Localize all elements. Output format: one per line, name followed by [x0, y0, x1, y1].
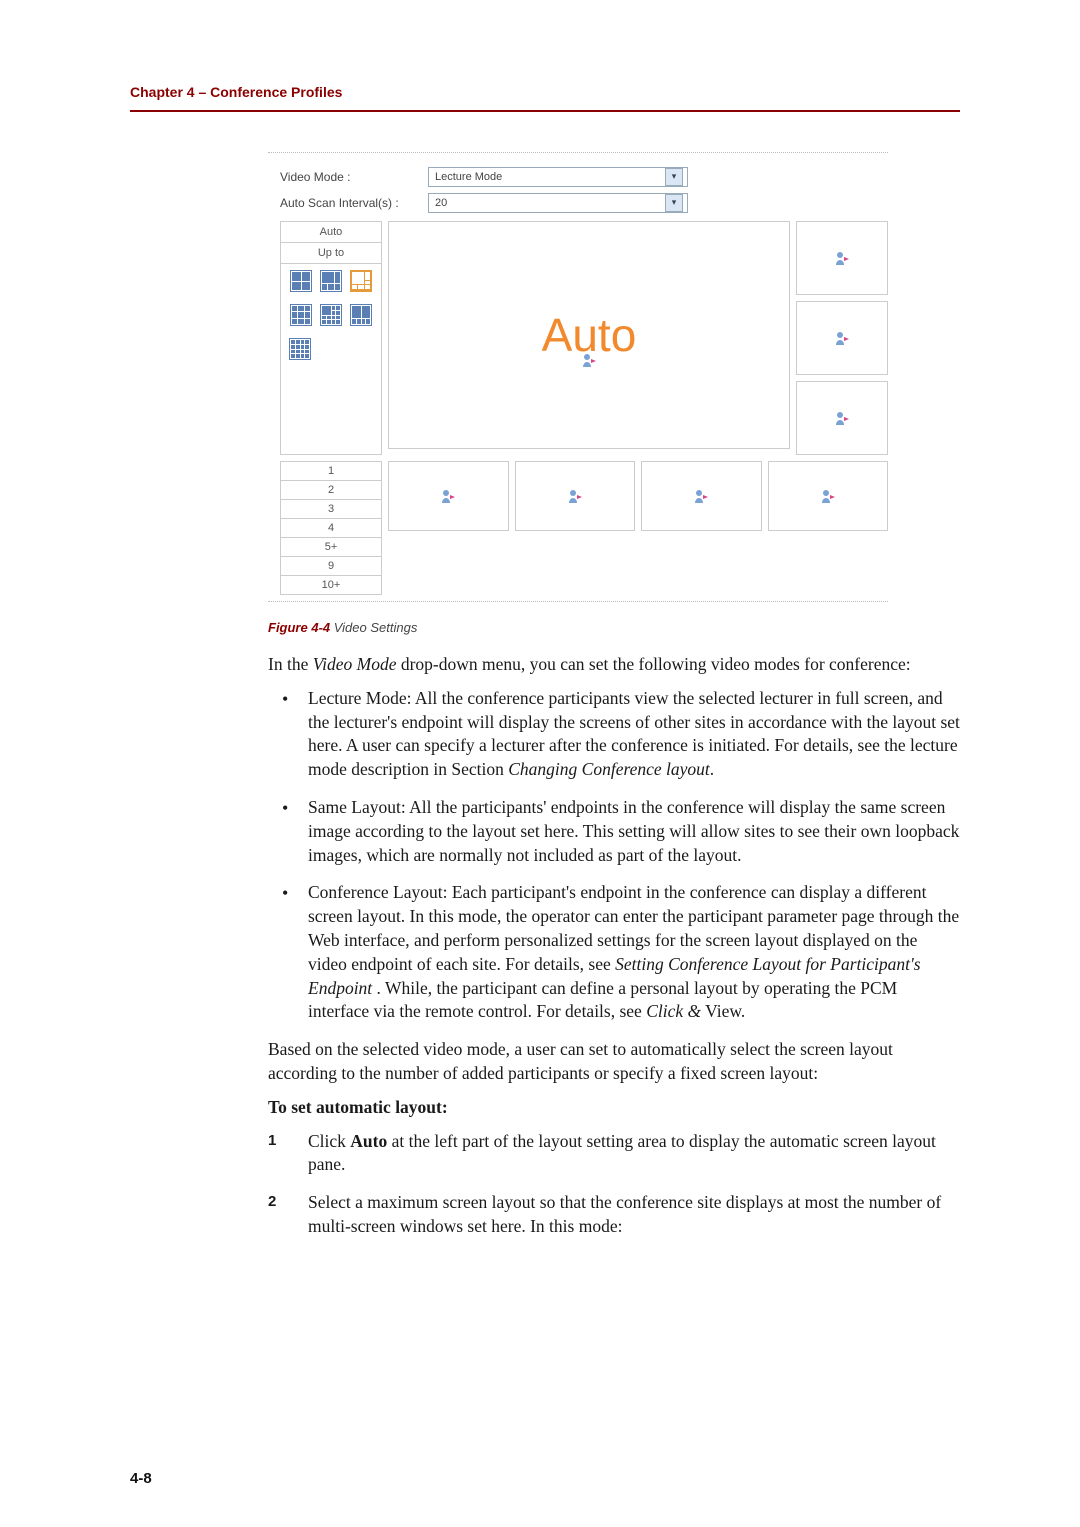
video-mode-label: Video Mode :	[280, 170, 428, 184]
video-mode-select[interactable]: Lecture Mode ▾	[428, 167, 688, 187]
chapter-header: Chapter 4 – Conference Profiles	[130, 84, 960, 100]
side-preview-1	[796, 221, 888, 295]
layout-3x3-icon[interactable]	[290, 304, 312, 326]
step-1: 1 Click Auto at the left part of the lay…	[268, 1130, 960, 1178]
person-icon	[820, 488, 836, 504]
figure-caption: Figure 4-4 Video Settings	[268, 620, 960, 635]
person-icon	[440, 488, 456, 504]
side-upto-label: Up to	[281, 243, 381, 264]
layout-1plus5-icon[interactable]	[320, 270, 342, 292]
person-icon	[567, 488, 583, 504]
layout-side-panel: Auto Up to	[280, 221, 382, 455]
auto-scan-value: 20	[435, 197, 447, 209]
intro-paragraph: In the Video Mode drop-down menu, you ca…	[268, 653, 960, 677]
figure-title: Video Settings	[330, 620, 417, 635]
auto-scan-label: Auto Scan Interval(s) :	[280, 196, 428, 210]
auto-scan-select[interactable]: 20 ▾	[428, 193, 688, 213]
main-preview: Auto	[388, 221, 790, 449]
layout-number-list: 1 2 3 4 5+ 9 10+	[280, 461, 382, 595]
layout-1plus7-icon[interactable]	[350, 270, 372, 292]
bottom-preview	[515, 461, 636, 531]
person-icon	[834, 330, 850, 346]
layout-4x4-icon[interactable]	[289, 338, 311, 360]
bottom-preview	[768, 461, 889, 531]
chevron-down-icon: ▾	[665, 168, 683, 186]
list-item[interactable]: 2	[281, 481, 381, 500]
side-preview-3	[796, 381, 888, 455]
step-2: 2 Select a maximum screen layout so that…	[268, 1191, 960, 1239]
layout-2plus8-icon[interactable]	[350, 304, 372, 326]
header-rule	[130, 110, 960, 112]
figure-number: Figure 4-4	[268, 620, 330, 635]
bullet-same-layout: Same Layout: All the participants' endpo…	[268, 796, 960, 867]
list-item[interactable]: 10+	[281, 576, 381, 594]
layout-2x2-icon[interactable]	[290, 270, 312, 292]
list-item[interactable]: 5+	[281, 538, 381, 557]
side-preview-2	[796, 301, 888, 375]
chevron-down-icon: ▾	[665, 194, 683, 212]
person-icon	[693, 488, 709, 504]
person-icon	[581, 352, 597, 368]
side-auto-tab[interactable]: Auto	[281, 222, 381, 243]
list-item[interactable]: 4	[281, 519, 381, 538]
subhead-auto-layout: To set automatic layout:	[268, 1096, 960, 1120]
list-item[interactable]: 9	[281, 557, 381, 576]
person-icon	[834, 410, 850, 426]
list-item[interactable]: 1	[281, 462, 381, 481]
page-number: 4-8	[130, 1470, 152, 1487]
based-paragraph: Based on the selected video mode, a user…	[268, 1038, 960, 1086]
video-mode-value: Lecture Mode	[435, 171, 502, 183]
bullet-lecture-mode: Lecture Mode: All the conference partici…	[268, 687, 960, 782]
bottom-preview	[388, 461, 509, 531]
list-item[interactable]: 3	[281, 500, 381, 519]
layout-1plus12-icon[interactable]	[320, 304, 342, 326]
bottom-preview	[641, 461, 762, 531]
person-icon	[834, 250, 850, 266]
video-settings-figure: Video Mode : Lecture Mode ▾ Auto Scan In…	[268, 152, 888, 602]
bullet-conference-layout: Conference Layout: Each participant's en…	[268, 881, 960, 1024]
